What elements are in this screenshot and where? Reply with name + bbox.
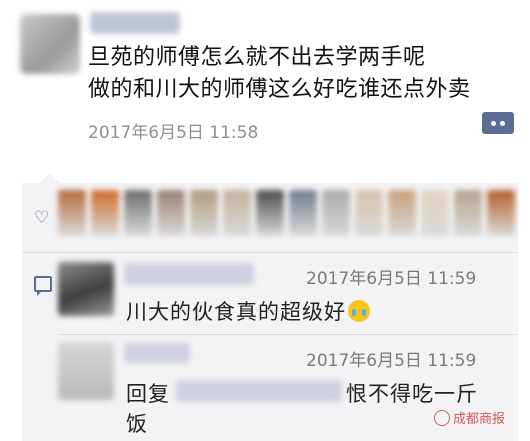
more-dot-icon (491, 120, 496, 126)
liker-avatar[interactable] (289, 190, 317, 236)
crying-face-icon (348, 300, 370, 322)
reply-target-name-redacted[interactable] (176, 380, 342, 402)
liker-avatar[interactable] (421, 190, 449, 236)
liker-avatar[interactable] (223, 190, 251, 236)
divider (58, 334, 518, 335)
watermark: 成都商报 (434, 408, 505, 427)
liker-avatar[interactable] (454, 190, 482, 236)
heart-icon: ♡ (34, 208, 50, 228)
watermark-text: 成都商报 (453, 412, 506, 427)
comment-text-line-2: 饭 (126, 412, 147, 436)
liker-avatar[interactable] (157, 190, 185, 236)
liker-avatar[interactable] (91, 190, 119, 236)
liker-avatar[interactable] (256, 190, 284, 236)
divider (22, 252, 518, 253)
more-dot-icon (500, 120, 505, 126)
liker-avatar[interactable] (190, 190, 218, 236)
post-text: 旦苑的师傅怎么就不出去学两手呢 做的和川大的师傅这么好吃谁还点外卖 (88, 42, 508, 106)
comment-text-content: 川大的伙食真的超级好 (126, 300, 346, 324)
poster-avatar[interactable] (20, 14, 80, 74)
comment-timestamp: 2017年6月5日 11:59 (306, 269, 477, 289)
liker-avatar[interactable] (322, 190, 350, 236)
comment-icon (34, 276, 52, 296)
commenter-name-redacted[interactable] (124, 263, 254, 285)
poster-name-redacted[interactable] (90, 12, 180, 34)
liker-avatar[interactable] (355, 190, 383, 236)
post-timestamp: 2017年6月5日 11:58 (88, 123, 259, 143)
liker-avatar[interactable] (124, 190, 152, 236)
more-actions-button[interactable] (482, 112, 514, 134)
liker-avatar[interactable] (58, 190, 86, 236)
comment-text: 川大的伙食真的超级好 (126, 296, 370, 326)
panel-pointer (40, 173, 60, 183)
reply-prefix: 回复 (126, 382, 170, 406)
liker-avatar[interactable] (388, 190, 416, 236)
commenter-avatar[interactable] (58, 342, 114, 400)
commenter-avatar[interactable] (58, 262, 114, 316)
newspaper-logo-icon (434, 409, 450, 426)
comment-text: 恨不得吃一斤 (346, 382, 478, 406)
comment-timestamp: 2017年6月5日 11:59 (306, 351, 477, 371)
post-text-line-2: 做的和川大的师傅这么好吃谁还点外卖 (88, 77, 471, 102)
commenter-name-redacted[interactable] (124, 343, 190, 363)
liker-avatar[interactable] (487, 190, 515, 236)
post-text-line-1: 旦苑的师傅怎么就不出去学两手呢 (88, 45, 426, 70)
